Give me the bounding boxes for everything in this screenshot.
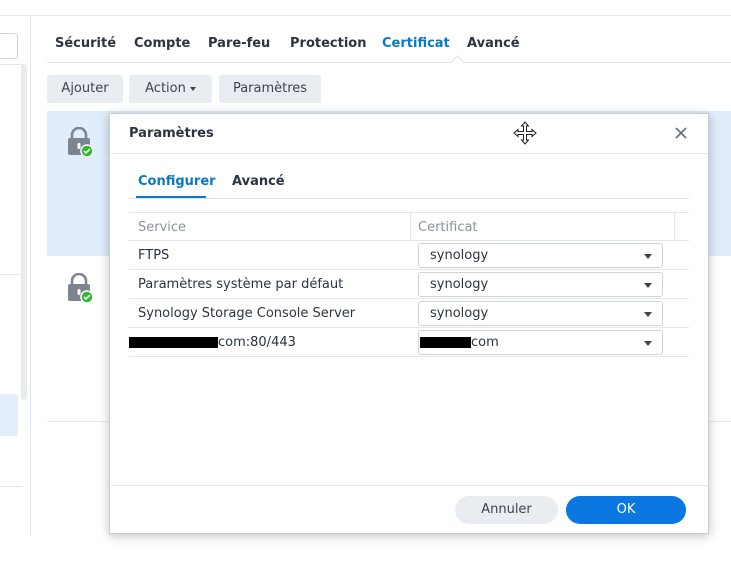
sidebar-item-selected[interactable]: [0, 394, 18, 436]
add-button[interactable]: Ajouter: [47, 75, 123, 103]
main-tabs: Sécurité Compte Pare-feu Protection Cert…: [47, 28, 731, 68]
settings-button-label: Paramètres: [232, 81, 308, 96]
service-name: Synology Storage Console Server: [138, 306, 356, 321]
tab-pare-feu[interactable]: Pare-feu: [208, 36, 270, 51]
certificate-select-value: synology: [430, 277, 489, 292]
certificate-select-value: synology: [430, 306, 489, 321]
service-certificate-table: Service Certificat FTPS synology Paramèt…: [129, 212, 689, 357]
dialog-footer: Annuler OK: [110, 485, 708, 533]
lock-icon: [68, 273, 93, 303]
column-divider[interactable]: [674, 213, 675, 241]
window-bottom-area: [0, 535, 731, 561]
tab-configurer[interactable]: Configurer: [138, 174, 216, 189]
certificate-select[interactable]: com: [418, 330, 663, 355]
dialog-title: Paramètres: [129, 126, 214, 141]
dialog-header[interactable]: Paramètres: [110, 114, 708, 154]
action-button-label: Action: [145, 81, 186, 96]
tab-certificat[interactable]: Certificat: [382, 36, 450, 51]
tab-compte[interactable]: Compte: [134, 36, 190, 51]
certificate-select-value-redacted: com: [420, 335, 499, 350]
certificate-select[interactable]: synology: [418, 243, 663, 268]
column-header-service[interactable]: Service: [138, 220, 186, 235]
move-cursor-icon: [513, 121, 537, 145]
check-badge-icon: [80, 290, 93, 303]
service-name: com:80/443: [218, 335, 296, 350]
active-tab-caret: [451, 55, 464, 68]
add-button-label: Ajouter: [61, 81, 109, 96]
chevron-down-icon: [189, 86, 196, 91]
chevron-down-icon: [644, 254, 652, 259]
tab-securite[interactable]: Sécurité: [55, 36, 116, 51]
certificate-select-value: synology: [430, 248, 489, 263]
sidebar-divider: [0, 486, 22, 487]
table-row[interactable]: com:80/443 com: [129, 328, 689, 357]
check-badge-icon: [80, 144, 93, 157]
chevron-down-icon: [644, 312, 652, 317]
ok-button[interactable]: OK: [566, 496, 686, 524]
certificate-select[interactable]: synology: [418, 272, 663, 297]
close-icon[interactable]: [673, 125, 689, 141]
service-name: Paramètres système par défaut: [138, 277, 344, 292]
active-tab-indicator: [136, 196, 206, 198]
lock-icon: [68, 127, 93, 157]
redaction-bar: [129, 337, 218, 348]
tab-avance-dialog[interactable]: Avancé: [232, 174, 285, 189]
left-sidebar: [0, 16, 31, 535]
sidebar-divider: [0, 64, 22, 65]
sidebar-search-input[interactable]: [0, 33, 18, 59]
certificate-select[interactable]: synology: [418, 301, 663, 326]
certificate-select-value: com: [471, 335, 499, 350]
chevron-down-icon: [644, 283, 652, 288]
cancel-button[interactable]: Annuler: [455, 496, 558, 524]
dialog-tabs: Configurer Avancé: [129, 169, 689, 199]
table-row[interactable]: Paramètres système par défaut synology: [129, 270, 689, 299]
sidebar-scrollbar[interactable]: [21, 64, 27, 400]
table-header: Service Certificat: [129, 212, 689, 241]
settings-button[interactable]: Paramètres: [219, 75, 321, 103]
sidebar-divider: [0, 274, 22, 275]
action-button[interactable]: Action: [129, 75, 212, 103]
column-divider[interactable]: [410, 213, 411, 241]
tab-protection[interactable]: Protection: [290, 36, 366, 51]
chevron-down-icon: [644, 341, 652, 346]
tab-avance[interactable]: Avancé: [467, 36, 520, 51]
redaction-bar: [420, 337, 471, 348]
service-name: FTPS: [138, 248, 170, 263]
column-header-certificate[interactable]: Certificat: [418, 220, 478, 235]
window-top-strip: [0, 0, 731, 16]
table-row[interactable]: Synology Storage Console Server synology: [129, 299, 689, 328]
settings-dialog: Paramètres Configurer Avancé Service Cer…: [109, 113, 709, 534]
service-name-redacted: com:80/443: [129, 335, 296, 350]
table-row[interactable]: FTPS synology: [129, 241, 689, 270]
